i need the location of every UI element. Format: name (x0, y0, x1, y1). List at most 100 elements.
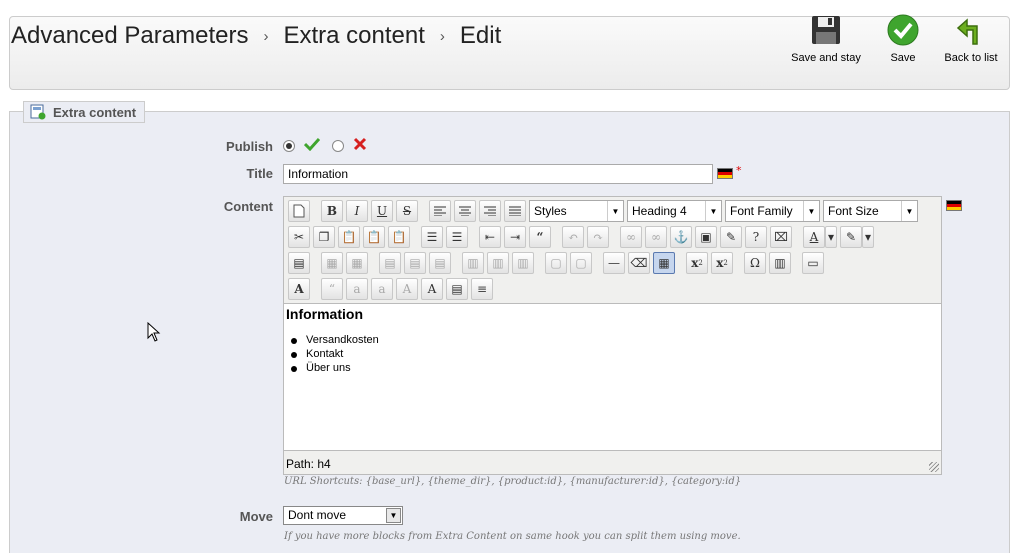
table-row-props-icon[interactable]: ▦ (321, 252, 343, 274)
bold-icon[interactable]: B (321, 200, 343, 222)
font-family-value: Font Family (730, 204, 793, 218)
back-arrow-icon (956, 18, 978, 45)
paste-icon[interactable]: 📋 (338, 226, 360, 248)
chevron-down-icon[interactable]: ▾ (825, 226, 837, 248)
delete-row-icon[interactable]: ▤ (429, 252, 451, 274)
save-button[interactable]: Save (884, 14, 922, 64)
cite-icon[interactable]: “ (321, 278, 343, 300)
abbr-icon[interactable]: a (346, 278, 368, 300)
editor-content[interactable]: Information Versandkosten Kontakt Über u… (284, 303, 941, 451)
anchor-icon[interactable]: ⚓ (670, 226, 692, 248)
text-color-icon[interactable]: A (803, 226, 825, 248)
checkmark-icon (304, 137, 320, 151)
back-to-list-label: Back to list (944, 52, 998, 64)
outdent-icon[interactable]: ⇤ (479, 226, 501, 248)
table-icon[interactable]: ▦ (653, 252, 675, 274)
dropdown-arrow-icon: ▼ (705, 201, 721, 221)
font-family-select[interactable]: Font Family ▼ (725, 200, 820, 222)
insert-row-after-icon[interactable]: ▤ (404, 252, 426, 274)
floppy-disk-icon (812, 16, 840, 44)
copy-icon[interactable]: ❐ (313, 226, 335, 248)
publish-no-radio[interactable] (332, 140, 344, 152)
merge-cells-icon[interactable]: ▢ (570, 252, 592, 274)
bullet-list-icon[interactable]: ☰ (421, 226, 443, 248)
fullscreen-icon[interactable]: ▭ (802, 252, 824, 274)
breadcrumb-separator: › (439, 28, 445, 45)
del-icon[interactable]: A (396, 278, 418, 300)
ins-icon[interactable]: A (421, 278, 443, 300)
move-hint: If you have more blocks from Extra Conte… (284, 531, 741, 542)
german-flag-icon[interactable] (717, 168, 733, 179)
cross-icon (353, 137, 367, 151)
align-right-icon[interactable] (479, 200, 501, 222)
align-justify-icon[interactable] (504, 200, 526, 222)
special-char-icon[interactable]: Ω (744, 252, 766, 274)
template-icon[interactable]: ▤ (288, 252, 310, 274)
title-label: Title (246, 166, 274, 181)
horizontal-rule-icon[interactable]: — (603, 252, 625, 274)
new-document-icon[interactable] (288, 200, 310, 222)
underline-icon[interactable]: U (371, 200, 393, 222)
styleprops-icon[interactable]: A (288, 278, 310, 300)
back-to-list-button[interactable]: Back to list (944, 14, 998, 64)
insert-col-after-icon[interactable]: ▥ (487, 252, 509, 274)
split-cells-icon[interactable]: ▢ (545, 252, 567, 274)
move-value: Dont move (288, 508, 347, 522)
german-flag-icon[interactable] (946, 200, 962, 211)
save-and-stay-button[interactable]: Save and stay (790, 14, 862, 64)
image-icon[interactable]: ▣ (695, 226, 717, 248)
paste-word-icon[interactable]: 📋 (388, 226, 410, 248)
subscript-icon[interactable]: x2 (686, 252, 708, 274)
mouse-cursor-icon (147, 322, 161, 342)
help-icon[interactable]: ? (745, 226, 767, 248)
chevron-down-icon[interactable]: ▾ (862, 226, 874, 248)
numbered-list-icon[interactable]: ☰ (446, 226, 468, 248)
required-marker: * (736, 164, 742, 177)
align-center-icon[interactable] (454, 200, 476, 222)
unlink-icon[interactable]: ∞ (645, 226, 667, 248)
undo-icon[interactable]: ↶ (562, 226, 584, 248)
content-label: Content (223, 199, 273, 214)
list-item: Kontakt (286, 348, 939, 362)
font-size-select[interactable]: Font Size ▼ (823, 200, 918, 222)
legend-label: Extra content (53, 104, 137, 120)
delete-col-icon[interactable]: ▥ (512, 252, 534, 274)
redo-icon[interactable]: ↷ (587, 226, 609, 248)
breadcrumb-item[interactable]: Extra content (283, 22, 424, 49)
breadcrumb-item[interactable]: Advanced Parameters (11, 22, 248, 49)
format-select[interactable]: Heading 4 ▼ (627, 200, 722, 222)
italic-icon[interactable]: I (346, 200, 368, 222)
title-input[interactable] (283, 164, 713, 184)
insert-row-before-icon[interactable]: ▤ (379, 252, 401, 274)
cut-icon[interactable]: ✂ (288, 226, 310, 248)
link-icon[interactable]: ∞ (620, 226, 642, 248)
checkmark-circle-icon (887, 14, 919, 46)
background-color-icon[interactable]: ✎ (840, 226, 862, 248)
dropdown-arrow-icon: ▼ (901, 201, 917, 221)
font-size-value: Font Size (828, 204, 879, 218)
html-source-icon[interactable]: ⌧ (770, 226, 792, 248)
styles-select[interactable]: Styles ▼ (529, 200, 624, 222)
paste-text-icon[interactable]: 📋 (363, 226, 385, 248)
strikethrough-icon[interactable]: S (396, 200, 418, 222)
blockquote-icon[interactable]: “ (529, 226, 551, 248)
remove-format-icon[interactable]: ⌫ (628, 252, 650, 274)
media-icon[interactable]: ▥ (769, 252, 791, 274)
align-left-icon[interactable] (429, 200, 451, 222)
publish-yes-radio[interactable] (283, 140, 295, 152)
acronym-icon[interactable]: a (371, 278, 393, 300)
move-select[interactable]: Dont move ▼ (283, 506, 403, 525)
resize-handle-icon[interactable] (929, 462, 939, 472)
format-value: Heading 4 (632, 204, 687, 218)
visual-chars-icon[interactable]: ≡ (471, 278, 493, 300)
editor-path: Path: h4 (286, 457, 331, 471)
cleanup-icon[interactable]: ✎ (720, 226, 742, 248)
insert-col-before-icon[interactable]: ▥ (462, 252, 484, 274)
dropdown-arrow-icon: ▼ (607, 201, 623, 221)
superscript-icon[interactable]: x2 (711, 252, 733, 274)
indent-icon[interactable]: ⇥ (504, 226, 526, 248)
module-icon (30, 104, 46, 120)
attributes-icon[interactable]: ▤ (446, 278, 468, 300)
url-shortcuts-note: URL Shortcuts: {base_url}, {theme_dir}, … (284, 476, 742, 487)
table-cell-props-icon[interactable]: ▦ (346, 252, 368, 274)
